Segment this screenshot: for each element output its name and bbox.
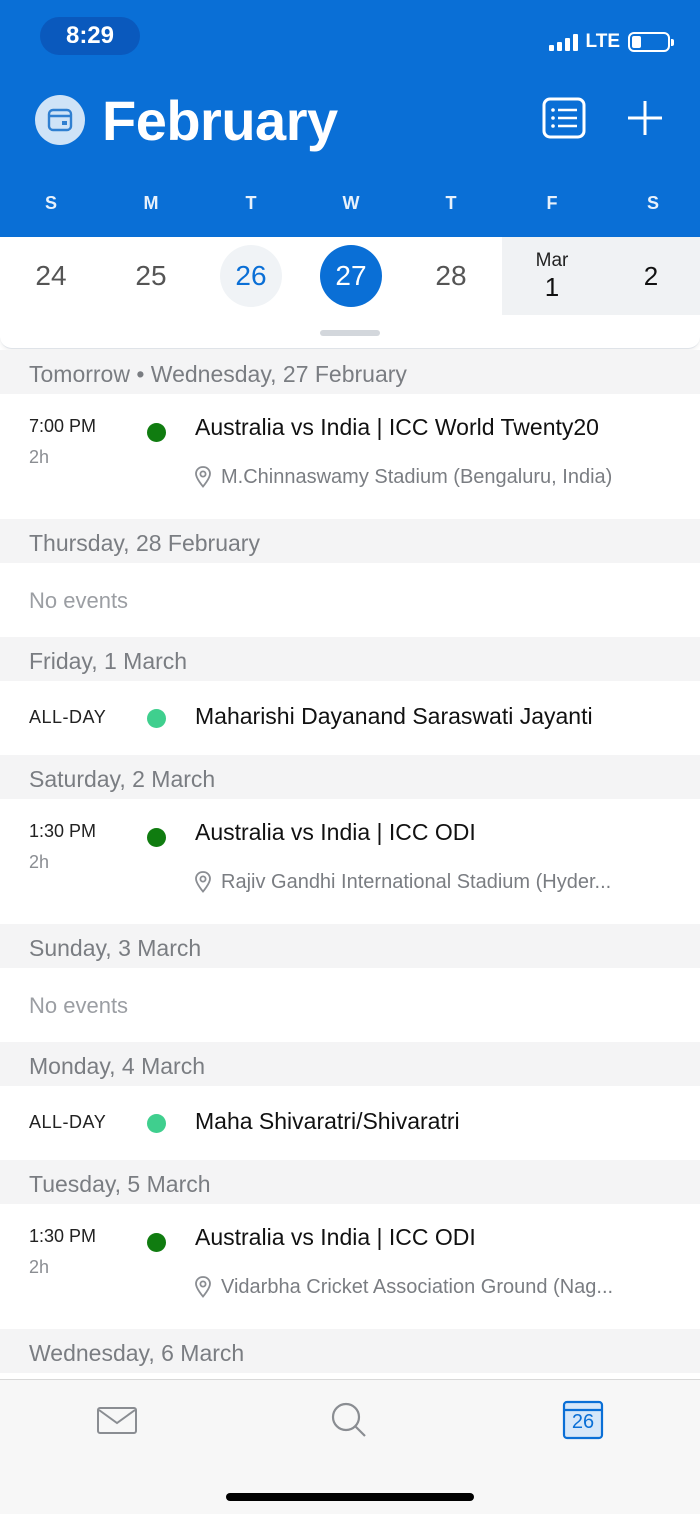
add-event-button[interactable] bbox=[624, 97, 666, 139]
event-location-text: Rajiv Gandhi International Stadium (Hyde… bbox=[221, 870, 612, 893]
event-title: Australia vs India | ICC World Twenty20 bbox=[195, 414, 599, 440]
date-cell-next-month[interactable]: Mar 1 bbox=[502, 237, 602, 315]
month-title[interactable]: February bbox=[102, 88, 338, 153]
date-cell[interactable]: 28 bbox=[401, 237, 501, 315]
event-item[interactable]: 1:30 PM 2h Australia vs India | ICC ODI … bbox=[0, 799, 700, 924]
event-title: Maha Shivaratri/Shivaratri bbox=[195, 1108, 460, 1134]
mail-icon bbox=[97, 1407, 137, 1434]
date-cell[interactable]: 25 bbox=[101, 237, 201, 315]
weekday-row: S M T W T F S bbox=[0, 193, 700, 223]
date-number-selected: 27 bbox=[320, 245, 382, 307]
plus-icon bbox=[628, 101, 662, 135]
day-header: Tomorrow • Wednesday, 27 February bbox=[0, 350, 700, 394]
status-indicators: LTE bbox=[548, 30, 674, 54]
location-pin-icon bbox=[195, 871, 211, 893]
event-title: Australia vs India | ICC ODI bbox=[195, 1224, 476, 1250]
weekday-label: T bbox=[245, 193, 257, 213]
event-time: ALL-DAY bbox=[29, 1112, 107, 1132]
calendar-color-dot bbox=[147, 423, 166, 442]
day-header: Wednesday, 6 March bbox=[0, 1329, 700, 1373]
status-time: 8:29 bbox=[65, 22, 115, 49]
bottom-tab-bar: 26 bbox=[0, 1379, 700, 1514]
event-duration: 2h bbox=[29, 1257, 50, 1277]
day-header: Saturday, 2 March bbox=[0, 755, 700, 799]
event-time: 1:30 PM bbox=[29, 821, 97, 841]
date-number: 28 bbox=[435, 260, 467, 291]
no-events-label: No events bbox=[0, 563, 700, 637]
date-number: 1 bbox=[544, 271, 560, 302]
calendar-color-dot bbox=[147, 709, 166, 728]
date-cell[interactable]: 24 bbox=[1, 237, 101, 315]
event-time: 1:30 PM bbox=[29, 1226, 97, 1246]
calendar-color-dot bbox=[147, 1114, 166, 1133]
calendar-color-dot bbox=[147, 828, 166, 847]
date-number: 2 bbox=[643, 260, 659, 291]
event-item[interactable]: 7:00 PM 2h Australia vs India | ICC Worl… bbox=[0, 394, 700, 519]
weekday-label: F bbox=[546, 193, 558, 213]
weekday-label: W bbox=[342, 193, 360, 213]
battery-icon bbox=[628, 32, 674, 52]
list-icon bbox=[542, 97, 586, 139]
event-title: Maharishi Dayanand Saraswati Jayanti bbox=[195, 703, 593, 729]
event-location-text: M.Chinnaswamy Stadium (Bengaluru, India) bbox=[221, 465, 613, 488]
no-events-label: No events bbox=[0, 968, 700, 1042]
calendar-icon-day: 26 bbox=[571, 1411, 595, 1433]
event-duration: 2h bbox=[29, 447, 50, 467]
calendar-color-dot bbox=[147, 1233, 166, 1252]
event-item[interactable]: ALL-DAY Maharishi Dayanand Saraswati Jay… bbox=[0, 681, 700, 755]
account-calendar-icon[interactable] bbox=[35, 95, 85, 145]
day-header: Friday, 1 March bbox=[0, 637, 700, 681]
signal-icon bbox=[548, 33, 578, 51]
event-time: ALL-DAY bbox=[29, 707, 107, 727]
day-header: Tuesday, 5 March bbox=[0, 1160, 700, 1204]
day-header: Thursday, 28 February bbox=[0, 519, 700, 563]
event-title: Australia vs India | ICC ODI bbox=[195, 819, 476, 845]
event-location-text: Vidarbha Cricket Association Ground (Nag… bbox=[221, 1275, 614, 1298]
weekday-label: M bbox=[143, 193, 159, 213]
event-time: 7:00 PM bbox=[29, 416, 97, 436]
event-location: Vidarbha Cricket Association Ground (Nag… bbox=[193, 1274, 675, 1300]
weekday-label: T bbox=[445, 193, 457, 213]
weekday-label: S bbox=[44, 193, 57, 213]
date-cell[interactable]: 2 bbox=[602, 237, 700, 315]
event-location: M.Chinnaswamy Stadium (Bengaluru, India) bbox=[193, 464, 675, 490]
day-header: Sunday, 3 March bbox=[0, 924, 700, 968]
search-icon bbox=[331, 1402, 366, 1437]
agenda-list: Tomorrow • Wednesday, 27 February 7:00 P… bbox=[0, 350, 700, 1373]
date-number-today: 26 bbox=[220, 245, 282, 307]
location-pin-icon bbox=[195, 466, 211, 488]
calendar-icon: 26 bbox=[562, 1400, 604, 1440]
date-cell-selected[interactable]: 27 bbox=[301, 237, 401, 315]
tab-search[interactable] bbox=[326, 1400, 372, 1440]
location-pin-icon bbox=[195, 1276, 211, 1298]
weekday-label: S bbox=[646, 193, 659, 213]
home-indicator bbox=[226, 1493, 474, 1501]
event-item[interactable]: 1:30 PM 2h Australia vs India | ICC ODI … bbox=[0, 1204, 700, 1329]
date-month-label: Mar bbox=[535, 249, 569, 271]
day-header: Monday, 4 March bbox=[0, 1042, 700, 1086]
calendar-header: 8:29 LTE February S M T W T F S bbox=[0, 0, 700, 237]
network-label: LTE bbox=[585, 31, 620, 52]
drag-handle[interactable] bbox=[320, 330, 380, 336]
tab-calendar[interactable]: 26 bbox=[560, 1400, 606, 1440]
list-view-button[interactable] bbox=[542, 97, 586, 139]
event-item[interactable]: ALL-DAY Maha Shivaratri/Shivaratri bbox=[0, 1086, 700, 1160]
week-date-strip: 24 25 26 27 28 Mar 1 2 bbox=[0, 237, 700, 349]
event-location: Rajiv Gandhi International Stadium (Hyde… bbox=[193, 869, 675, 895]
date-number: 25 bbox=[135, 260, 167, 291]
date-number: 24 bbox=[35, 260, 67, 291]
date-cell-today[interactable]: 26 bbox=[201, 237, 301, 315]
tab-mail[interactable] bbox=[94, 1400, 140, 1440]
event-duration: 2h bbox=[29, 852, 50, 872]
